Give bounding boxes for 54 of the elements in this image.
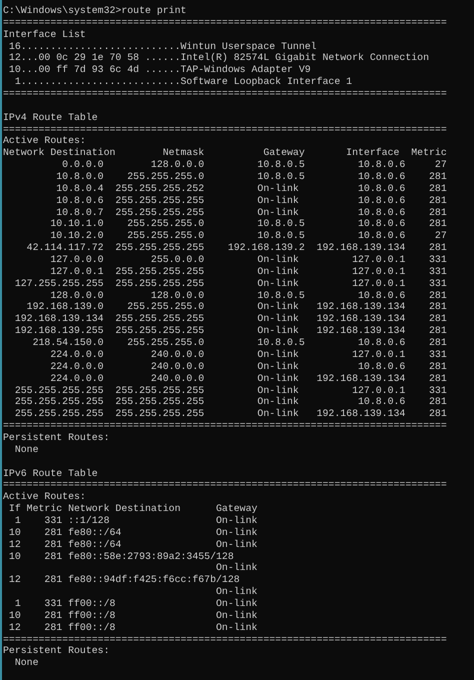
console-line: 10.10.2.0 255.255.255.0 10.8.0.5 10.8.0.6 27 [49, 230, 447, 242]
console-line: 192.168.139.0 255.255.255.0 On-link 192.168.139.134 281 [26, 301, 447, 314]
console-line: 255.255.255.255 255.255.255.255 On-link 10.8.0.6 281 [14, 396, 447, 408]
console-line: 10.8.0.0 255.255.255.0 10.8.0.5 10.8.0.6 281 [55, 171, 447, 183]
separator-line: =========================================================================== [3, 634, 447, 646]
console-line: If Metric Network Destination Gateway [8, 503, 258, 515]
console-line: 10.10.1.0 255.255.255.0 10.8.0.5 10.8.0.6 281 [49, 218, 447, 230]
separator-line: =========================================================================== [3, 124, 447, 136]
console-line: 1 331 ff00::/8 On-link [14, 598, 258, 610]
console-line: 10.8.0.4 255.255.255.252 On-link 10.8.0.6 281 [55, 182, 447, 195]
console-line: 10 281 fe80::58e:2793:89a2:3455/128 [8, 550, 234, 562]
console-line: 127.255.255.255 255.255.255.255 On-link 127.0.0.1 331 [14, 278, 447, 290]
console-line: 218.54.150.0 255.255.255.0 10.8.0.5 10.8.0.6 281 [32, 337, 447, 349]
console-line: 224.0.0.0 240.0.0.0 On-link 10.8.0.6 281 [49, 360, 447, 373]
console-line: 42.114.117.72 255.255.255.255 192.168.139.2 192.168.139.134 281 [26, 242, 447, 254]
console-line: 16...........................Wintun Userspace Tunnel [8, 40, 317, 52]
console-line: 192.168.139.134 255.255.255.255 On-link 192.168.139.134 281 [14, 313, 447, 326]
separator-line: =========================================================================== [3, 420, 447, 432]
console-line: 10.8.0.6 255.255.255.255 On-link 10.8.0.6 281 [55, 194, 447, 207]
console-line: IPv6 Route Table [3, 468, 98, 480]
console-line: 10 281 ff00::/8 On-link [8, 610, 258, 622]
console-line: 1...........................Software Loopback Interface 1 [14, 76, 352, 88]
console-line: 127.0.0.0 255.0.0.0 On-link 127.0.0.1 331 [49, 254, 447, 266]
console-line: 12...00 0c 29 1e 70 58 ......Intel(R) 82574L Gigabit Network Connection [8, 52, 429, 64]
console-line: 192.168.139.255 255.255.255.255 On-link 192.168.139.134 281 [14, 325, 447, 338]
console-line: None [14, 657, 38, 670]
console-line: On-link [214, 562, 258, 574]
console-line: On-link [214, 586, 258, 598]
console-line: Active Routes: [3, 491, 86, 504]
console-line: 224.0.0.0 240.0.0.0 On-link 127.0.0.1 331 [49, 348, 447, 361]
console-line: IPv4 Route Table [3, 112, 98, 124]
console-line: C:\Windows\system32>route print [3, 5, 186, 17]
console-line: 10...00 ff 7d 93 6c 4d ......TAP-Windows Adapter V9 [8, 64, 311, 76]
console-line: Active Routes: [3, 135, 86, 148]
console-line: 0.0.0.0 128.0.0.0 10.8.0.5 10.8.0.6 27 [61, 159, 447, 172]
console-line: 128.0.0.0 128.0.0.0 10.8.0.5 10.8.0.6 281 [49, 290, 447, 302]
console-line: 255.255.255.255 255.255.255.255 On-link 192.168.139.134 281 [14, 408, 447, 420]
console-line: Interface List [3, 28, 86, 41]
separator-line: =========================================================================== [3, 88, 447, 100]
separator-line: =========================================================================== [3, 16, 447, 29]
console-line: 12 281 fe80::/64 On-link [8, 538, 258, 551]
console-line: None [14, 444, 38, 456]
console-line: 12 281 ff00::/8 On-link [8, 622, 258, 634]
console-line: 10.8.0.7 255.255.255.255 On-link 10.8.0.6 281 [55, 206, 447, 218]
console-line: 224.0.0.0 240.0.0.0 On-link 192.168.139.134 281 [49, 372, 447, 384]
console-line: Persistent Routes: [3, 645, 110, 658]
console-line: 1 331 ::1/128 On-link [14, 514, 258, 527]
console-line: 127.0.0.1 255.255.255.255 On-link 127.0.0.1 331 [49, 266, 447, 278]
console-line: 12 281 fe80::94df:f425:f6cc:f67b/128 [8, 574, 240, 586]
separator-line: =========================================================================== [3, 479, 447, 492]
console-line: 10 281 fe80::/64 On-link [8, 526, 258, 539]
console-line: 255.255.255.255 255.255.255.255 On-link 127.0.0.1 331 [14, 384, 447, 396]
console-line: Persistent Routes: [3, 432, 110, 444]
console-line: Network Destination Netmask Gateway Interface Metric [3, 147, 447, 160]
